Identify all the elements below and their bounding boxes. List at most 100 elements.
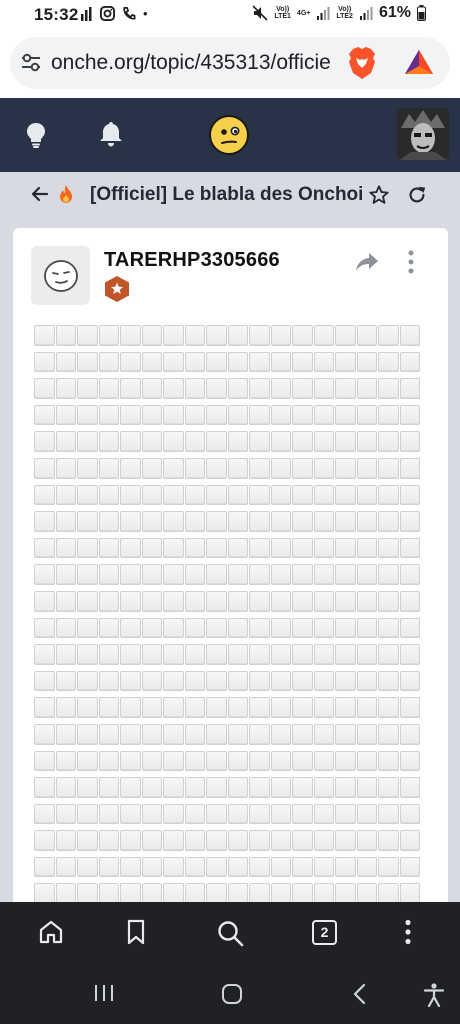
grid-cell <box>313 803 334 825</box>
grid-cell <box>399 564 420 585</box>
grid-cell <box>399 431 420 452</box>
grid-cell <box>335 590 356 612</box>
grid-cell <box>34 617 55 639</box>
grid-cell <box>55 830 76 851</box>
post-username[interactable]: TARERHP3305666 <box>104 249 280 272</box>
grid-cell <box>399 777 420 798</box>
grid-cell <box>55 457 76 479</box>
grid-cell <box>335 537 356 559</box>
grid-cell <box>184 564 205 585</box>
grid-cell <box>356 670 377 692</box>
grid-cell <box>141 777 162 798</box>
grid-cell <box>270 484 291 506</box>
grid-cell <box>292 431 313 452</box>
menu-icon[interactable] <box>404 919 412 945</box>
grid-cell <box>34 378 55 399</box>
grid-cell <box>292 457 313 479</box>
share-icon[interactable] <box>355 252 379 272</box>
system-back-icon[interactable] <box>352 983 368 1005</box>
grid-cell <box>184 537 205 559</box>
grid-cell <box>378 378 399 399</box>
onche-logo-icon[interactable] <box>208 114 250 156</box>
grid-cell <box>227 590 248 612</box>
grid-cell <box>34 830 55 851</box>
tab-switcher-button[interactable]: 2 <box>312 920 337 945</box>
bell-icon[interactable] <box>99 121 123 147</box>
search-icon[interactable] <box>216 919 244 947</box>
grid-cell <box>206 484 227 506</box>
grid-cell <box>249 644 270 665</box>
home-icon[interactable] <box>38 919 64 945</box>
grid-cell <box>98 803 119 825</box>
grid-cell <box>399 378 420 399</box>
brave-shields-icon[interactable] <box>347 46 377 80</box>
grid-cell <box>335 457 356 479</box>
grid-cell <box>77 670 98 692</box>
more-options-icon[interactable] <box>407 250 415 274</box>
grid-cell <box>77 644 98 665</box>
grid-cell <box>98 351 119 373</box>
grid-cell <box>163 803 184 825</box>
user-avatar[interactable] <box>397 108 449 160</box>
grid-cell <box>206 803 227 825</box>
grid-cell <box>227 723 248 745</box>
post-author-avatar[interactable] <box>31 246 90 305</box>
topic-title[interactable]: [Officiel] Le blabla des Onchois <box>90 184 362 206</box>
grid-cell <box>292 856 313 878</box>
accessibility-icon[interactable] <box>423 983 445 1007</box>
lightbulb-icon[interactable] <box>25 122 47 148</box>
url-field[interactable]: onche.org/topic/435313/officie <box>10 37 450 89</box>
grid-cell <box>206 723 227 745</box>
grid-cell <box>335 564 356 585</box>
url-text[interactable]: onche.org/topic/435313/officie <box>51 51 336 75</box>
grid-cell <box>313 537 334 559</box>
home-button-icon[interactable] <box>221 983 243 1005</box>
grid-cell <box>34 644 55 665</box>
grid-cell <box>120 511 141 532</box>
grid-cell <box>335 856 356 878</box>
recent-apps-icon[interactable] <box>93 983 115 1003</box>
bookmark-icon[interactable] <box>125 919 147 945</box>
grid-cell <box>378 750 399 772</box>
grid-cell <box>292 750 313 772</box>
grid-cell <box>335 883 356 905</box>
grid-cell <box>163 431 184 452</box>
grid-cell <box>141 644 162 665</box>
refresh-icon[interactable] <box>406 184 428 206</box>
grid-cell <box>184 883 205 905</box>
grid-cell <box>335 378 356 399</box>
grid-cell <box>356 484 377 506</box>
default-avatar-icon <box>43 259 78 292</box>
favorite-star-icon[interactable] <box>368 184 390 206</box>
grid-cell <box>98 670 119 692</box>
grid-cell <box>378 777 399 798</box>
grid-cell <box>163 404 184 426</box>
grid-cell <box>206 750 227 772</box>
grid-cell <box>163 564 184 585</box>
grid-cell <box>270 404 291 426</box>
grid-cell <box>120 404 141 426</box>
grid-cell <box>184 404 205 426</box>
grid-cell <box>313 750 334 772</box>
grid-cell <box>206 325 227 346</box>
grid-cell <box>34 404 55 426</box>
grid-cell <box>292 511 313 532</box>
post-content-grid <box>34 325 420 905</box>
site-settings-icon[interactable] <box>20 51 42 73</box>
grid-cell <box>77 723 98 745</box>
grid-cell <box>249 617 270 639</box>
signal-strength-icon <box>317 7 330 20</box>
back-arrow-icon[interactable] <box>30 184 50 204</box>
grid-cell <box>163 351 184 373</box>
grid-cell <box>356 351 377 373</box>
bat-rewards-icon[interactable] <box>404 49 434 75</box>
grid-cell <box>34 750 55 772</box>
grid-cell <box>249 803 270 825</box>
grid-cell <box>34 351 55 373</box>
grid-cell <box>55 617 76 639</box>
grid-cell <box>184 484 205 506</box>
grid-cell <box>270 617 291 639</box>
notification-icons: • <box>80 6 148 21</box>
grid-cell <box>77 325 98 346</box>
grid-cell <box>292 723 313 745</box>
